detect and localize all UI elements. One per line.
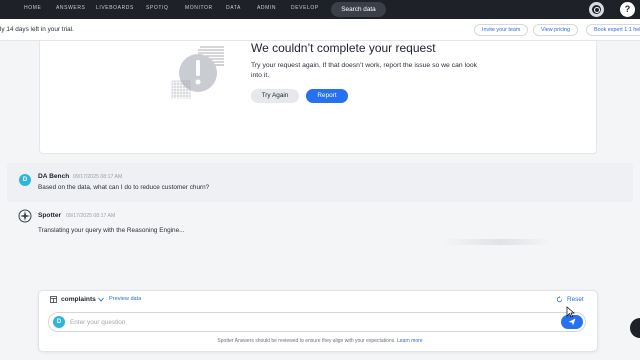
nav-home[interactable]: HOME [24, 5, 41, 11]
user-name: DA Bench [38, 173, 70, 180]
disclaimer: Spotter Answers should be reviewed to en… [0, 338, 640, 344]
send-icon [568, 318, 576, 326]
cursor-icon [566, 306, 575, 318]
loading-shimmer [442, 239, 550, 245]
input-avatar: D [53, 316, 65, 328]
error-illustration-icon [171, 46, 224, 99]
user-question: Based on the data, what can I do to redu… [38, 184, 210, 191]
invite-team-button[interactable]: Invite your team [474, 24, 529, 36]
book-expert-button[interactable]: Book expert 1:1 help [586, 24, 640, 36]
try-again-button[interactable]: Try Again [251, 89, 299, 103]
top-navigation: HOME ANSWERS LIVEBOARDS SPOTIQ MONITOR D… [0, 0, 640, 19]
spotter-icon [18, 209, 32, 223]
report-button[interactable]: Report [306, 89, 348, 103]
error-title: We couldn’t complete your request [251, 41, 436, 55]
trial-banner: ly 14 days left in your trial. Invite yo… [0, 19, 640, 41]
nav-answers[interactable]: ANSWERS [56, 5, 85, 11]
help-icon[interactable]: ? [620, 2, 635, 17]
nav-spotiq[interactable]: SPOTIQ [146, 5, 169, 11]
search-data-button[interactable]: Search data [331, 2, 386, 17]
trial-text: ly 14 days left in your trial. [0, 26, 74, 33]
nav-admin[interactable]: ADMIN [257, 5, 276, 11]
table-icon [50, 296, 57, 303]
learn-more-link[interactable]: Learn more [397, 338, 423, 344]
error-description: Try your request again. If that doesn’t … [251, 62, 478, 79]
user-message [7, 163, 633, 202]
nav-liveboards[interactable]: LIVEBOARDS [96, 5, 134, 11]
spotter-name: Spotter [38, 212, 62, 219]
side-action-button[interactable] [630, 318, 640, 338]
user-timestamp: 09/17/2025 08:17 AM [73, 174, 123, 180]
user-avatar: D [19, 174, 31, 186]
spotter-timestamp: 09/17/2025 08:17 AM [66, 213, 116, 219]
view-pricing-button[interactable]: View pricing [533, 24, 578, 36]
question-input[interactable] [70, 316, 540, 328]
spotter-status: Translating your query with the Reasonin… [38, 227, 185, 234]
dataset-selector[interactable]: complaints [61, 296, 96, 303]
chevron-down-icon[interactable] [98, 297, 104, 302]
reset-button[interactable]: Reset [567, 296, 584, 303]
nav-data[interactable]: DATA [226, 5, 241, 11]
nav-monitor[interactable]: MONITOR [185, 5, 213, 11]
preview-data-link[interactable]: Preview data [109, 296, 141, 302]
nav-develop[interactable]: DEVELOP [291, 5, 319, 11]
disclaimer-text: Spotter Answers should be reviewed to en… [217, 338, 396, 344]
avatar-icon[interactable] [589, 2, 604, 17]
reset-icon[interactable] [556, 296, 563, 303]
